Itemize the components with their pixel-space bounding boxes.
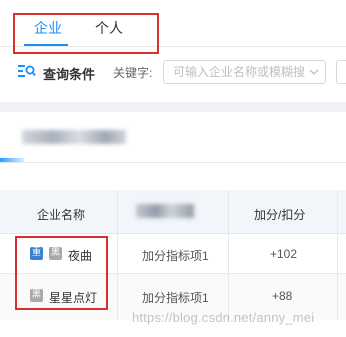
query-title: 查询条件: [43, 67, 96, 82]
score-item: 加分指标项1: [142, 291, 209, 305]
column-divider: [337, 190, 338, 320]
secondary-input-edge[interactable]: [336, 60, 346, 84]
score-value: +102: [270, 247, 298, 261]
filter-search-icon: [18, 65, 36, 77]
tabs-highlight-box: [13, 13, 159, 54]
keyword-select[interactable]: [163, 60, 326, 84]
keyword-input[interactable]: [164, 61, 313, 83]
column-divider: [117, 190, 118, 320]
score-value: +88: [272, 289, 293, 303]
keyword-label: 关键字:: [113, 66, 153, 80]
column-header-score: 加分/扣分: [254, 208, 306, 222]
watermark: https://blog.csdn.net/anny_mei: [132, 310, 315, 325]
names-highlight-box: [15, 236, 108, 310]
chevron-down-icon: [309, 69, 319, 75]
score-item: 加分指标项1: [142, 249, 209, 263]
section-divider: [0, 162, 346, 163]
column-divider: [228, 190, 229, 320]
redacted-section-title: [22, 130, 126, 144]
column-header-company-name: 企业名称: [37, 208, 86, 222]
redacted-column-header: [136, 204, 194, 218]
